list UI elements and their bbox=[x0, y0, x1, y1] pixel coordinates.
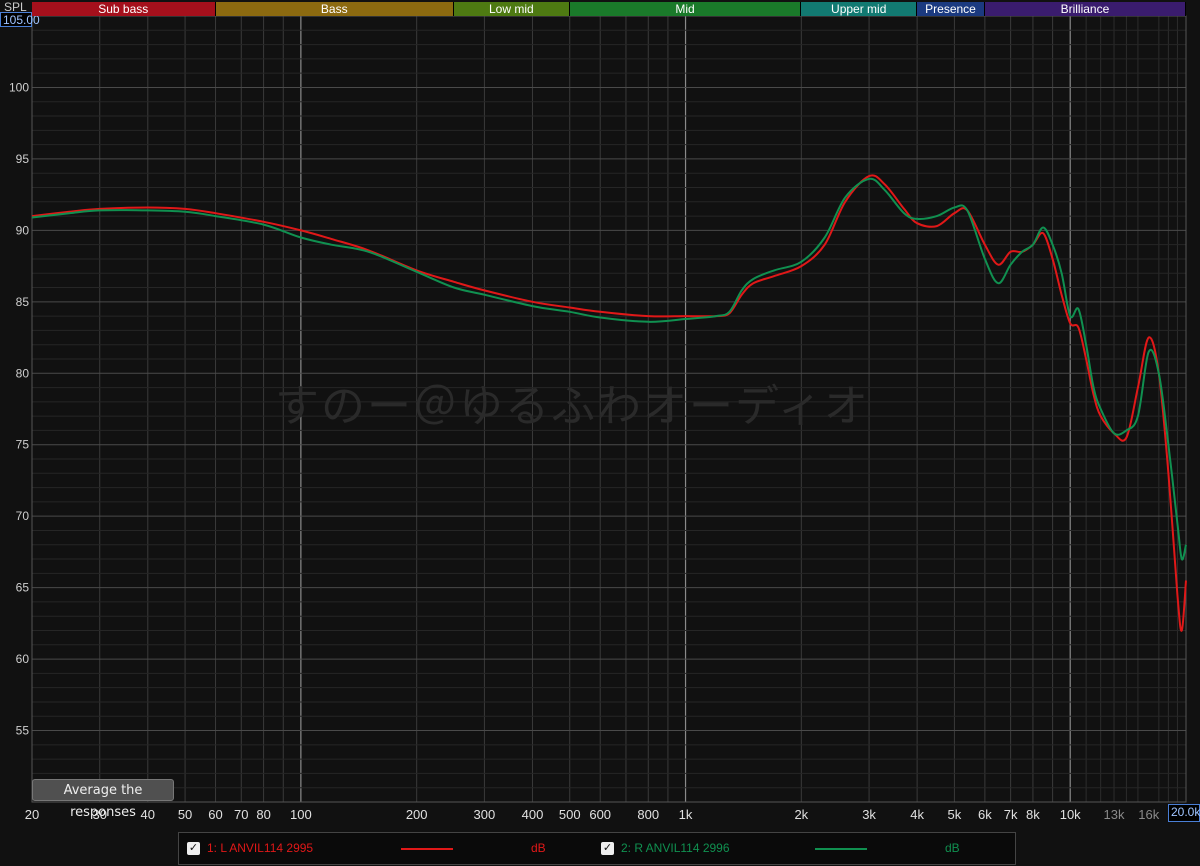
frequency-band-bar: Sub bass Bass Low mid Mid Upper mid Presence B… bbox=[32, 2, 1186, 16]
x-tick-label: 2k bbox=[794, 807, 808, 822]
x-tick-label: 20 bbox=[25, 807, 39, 822]
x-tick-label: 10k bbox=[1060, 807, 1081, 822]
x-tick-label: 300 bbox=[474, 807, 496, 822]
y-tick-label: 90 bbox=[16, 223, 30, 237]
x-tick-label: 13k bbox=[1104, 807, 1125, 822]
legend-line-left bbox=[401, 848, 453, 850]
y-tick-label: 60 bbox=[16, 652, 30, 666]
x-tick-label: 1k bbox=[679, 807, 693, 822]
x-tick-label: 5k bbox=[948, 807, 962, 822]
x-tick-label: 80 bbox=[256, 807, 270, 822]
checkbox-icon[interactable]: ✓ bbox=[187, 842, 200, 855]
band-mid: Mid bbox=[569, 2, 802, 16]
y-tick-label: 80 bbox=[16, 366, 30, 380]
legend-label-right: 2: R ANVIL114 2996 bbox=[621, 841, 730, 855]
y-tick-label: 65 bbox=[16, 581, 30, 595]
legend-panel: ✓ 1: L ANVIL114 2995 dB ✓ 2: R ANVIL114 … bbox=[178, 832, 1016, 865]
band-upper-mid: Upper mid bbox=[801, 2, 918, 16]
y-tick-label: 75 bbox=[16, 438, 30, 452]
x-tick-label: 800 bbox=[637, 807, 659, 822]
x-tick-label: 70 bbox=[234, 807, 248, 822]
x-tick-label: 7k bbox=[1004, 807, 1018, 822]
average-responses-button[interactable]: Average the responses bbox=[32, 779, 174, 820]
x-tick-label: 100 bbox=[290, 807, 312, 822]
legend-label-left: 1: L ANVIL114 2995 bbox=[207, 841, 314, 855]
x-tick-label: 200 bbox=[406, 807, 428, 822]
legend-unit-right: dB bbox=[945, 841, 960, 855]
x-tick-labels: 203040506070801002003004005006008001k2k3… bbox=[25, 807, 1160, 822]
x-tick-label: 40 bbox=[141, 807, 155, 822]
x-tick-label: 400 bbox=[522, 807, 544, 822]
band-sub-bass: Sub bass bbox=[32, 2, 216, 16]
band-bass: Bass bbox=[215, 2, 454, 16]
x-tick-label: 500 bbox=[559, 807, 581, 822]
band-brilliance: Brilliance bbox=[984, 2, 1186, 16]
x-max-input[interactable]: 20.0k bbox=[1168, 804, 1200, 822]
x-tick-label: 8k bbox=[1026, 807, 1040, 822]
y-tick-label: 70 bbox=[16, 509, 30, 523]
band-presence: Presence bbox=[917, 2, 985, 16]
x-tick-label: 50 bbox=[178, 807, 192, 822]
rew-graph-window: 556065707580859095100 203040506070801002… bbox=[0, 0, 1200, 866]
y-max-input[interactable]: 105.00 bbox=[0, 12, 40, 27]
legend-unit-left: dB bbox=[531, 841, 546, 855]
x-tick-label: 60 bbox=[208, 807, 222, 822]
x-tick-label: 16k bbox=[1138, 807, 1159, 822]
watermark-text: すのー＠ゆるふわオーディオ bbox=[275, 381, 870, 432]
x-tick-label: 4k bbox=[910, 807, 924, 822]
legend-item-left: ✓ 1: L ANVIL114 2995 dB bbox=[179, 833, 599, 864]
legend-item-right: ✓ 2: R ANVIL114 2996 dB bbox=[599, 833, 1015, 864]
y-tick-label: 100 bbox=[9, 80, 29, 94]
checkbox-icon[interactable]: ✓ bbox=[601, 842, 614, 855]
x-tick-label: 600 bbox=[589, 807, 611, 822]
y-tick-label: 95 bbox=[16, 152, 30, 166]
band-low-mid: Low mid bbox=[453, 2, 570, 16]
y-tick-labels: 55 60 65 70 75 80 85 90 95 100 bbox=[9, 80, 29, 737]
y-tick-label: 55 bbox=[16, 724, 30, 738]
legend-line-right bbox=[815, 848, 867, 850]
x-tick-label: 3k bbox=[862, 807, 876, 822]
y-tick-label: 85 bbox=[16, 295, 30, 309]
x-tick-label: 6k bbox=[978, 807, 992, 822]
